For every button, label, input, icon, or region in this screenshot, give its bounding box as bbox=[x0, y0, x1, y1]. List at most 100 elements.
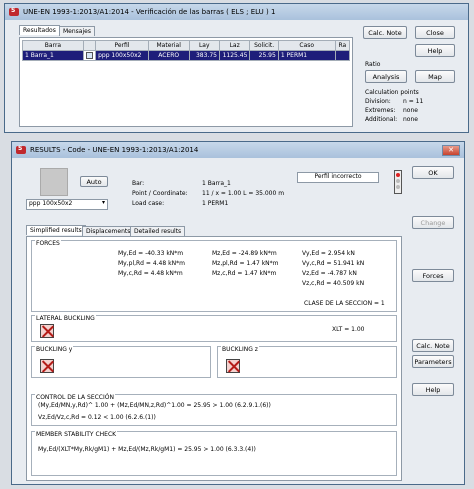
cell-solicit: 25.95 bbox=[249, 50, 279, 61]
col-laz[interactable]: Laz bbox=[218, 40, 251, 51]
auto-button[interactable]: Auto bbox=[80, 176, 108, 187]
lateral-buckling-disabled-icon bbox=[40, 324, 54, 338]
mz-pl-rd: Mz,pl,Rd = 1.47 kN*m bbox=[212, 260, 279, 267]
parameters-button[interactable]: Parameters bbox=[412, 355, 454, 368]
section-select[interactable]: ppp 100x50x2 ▾ bbox=[26, 199, 108, 210]
cell-laz: 1125.45 bbox=[218, 50, 251, 61]
buckling-z-title: BUCKLING z bbox=[221, 346, 259, 353]
section-class: CLASE DE LA SECCION = 1 bbox=[304, 300, 385, 307]
section-control-line-2: Vz,Ed/Vz,c,Rd = 0.12 < 1.00 (6.2.6.(1)) bbox=[38, 414, 156, 421]
cell-ratio bbox=[334, 50, 351, 61]
cell-lay: 383.75 bbox=[188, 50, 220, 61]
mz-c-rd: Mz,c,Rd = 1.47 kN*m bbox=[212, 270, 277, 277]
col-material[interactable]: Material bbox=[147, 40, 190, 51]
verification-titlebar[interactable]: UNE-EN 1993-1:2013/A1:2014 - Verificació… bbox=[5, 4, 468, 20]
section-select-value: ppp 100x50x2 bbox=[29, 200, 73, 207]
tab-displacements[interactable]: Displacements bbox=[82, 226, 135, 236]
calc-note-button[interactable]: Calc. Note bbox=[412, 339, 454, 352]
cell-caso: 1 PERM1 bbox=[277, 50, 336, 61]
member-stability-group: MEMBER STABILITY CHECK My,Ed/(XLT*My,Rk/… bbox=[31, 431, 397, 476]
close-button[interactable]: Close bbox=[415, 26, 455, 39]
tab-simplified-results[interactable]: Simplified results bbox=[26, 225, 86, 235]
calc-note-button[interactable]: Calc. Note bbox=[363, 26, 407, 39]
division-label: Division: bbox=[365, 98, 391, 105]
lateral-buckling-group: LATERAL BUCKLING XLT = 1.00 bbox=[31, 315, 397, 342]
col-caso[interactable]: Caso bbox=[277, 40, 336, 51]
my-ed: My,Ed = -40.33 kN*m bbox=[118, 250, 184, 257]
results-table-panel: Barra Perfil Material Lay Laz Solicit. C… bbox=[19, 37, 353, 127]
member-stability-title: MEMBER STABILITY CHECK bbox=[35, 431, 118, 438]
help-button[interactable]: Help bbox=[412, 383, 454, 396]
chevron-down-icon: ▾ bbox=[101, 199, 105, 206]
point-label: Point / Coordinate: bbox=[132, 190, 188, 197]
section-control-line-1: (My,Ed/MN,y,Rd)^ 1.00 + (Mz,Ed/MN,z,Rd)^… bbox=[38, 402, 271, 409]
buckling-y-group: BUCKLING y bbox=[31, 346, 211, 378]
lateral-buckling-title: LATERAL BUCKLING bbox=[35, 315, 96, 322]
cell-barra: 1 Barra_1 bbox=[22, 50, 84, 61]
forces-group: FORCES My,Ed = -40.33 kN*m My,pl,Rd = 4.… bbox=[31, 240, 397, 312]
map-button[interactable]: Map bbox=[415, 70, 455, 83]
bar-label: Bar: bbox=[132, 180, 145, 187]
ok-button[interactable]: OK bbox=[412, 166, 454, 179]
tab-detailed-results[interactable]: Detailed results bbox=[130, 226, 186, 236]
vy-ed: Vy,Ed = 2.954 kN bbox=[302, 250, 355, 257]
vz-ed: Vz,Ed = -4.787 kN bbox=[302, 270, 357, 277]
results-window: RESULTS - Code - UNE-EN 1993-1:2013/A1:2… bbox=[11, 141, 465, 485]
my-pl-rd: My,pl,Rd = 4.48 kN*m bbox=[118, 260, 185, 267]
section-control-group: CONTROL DE LA SECCIÓN (My,Ed/MN,y,Rd)^ 1… bbox=[31, 394, 397, 426]
bar-value: 1 Barra_1 bbox=[202, 180, 231, 187]
tab-resultados[interactable]: Resultados bbox=[19, 25, 60, 35]
change-button[interactable]: Change bbox=[412, 216, 454, 229]
member-stability-line-1: My,Ed/(XLT*My,Rk/gM1) + Mz,Ed/(Mz,Rk/gM1… bbox=[38, 446, 256, 453]
col-solicit[interactable]: Solicit. bbox=[249, 40, 279, 51]
col-lay[interactable]: Lay bbox=[188, 40, 220, 51]
additional-label: Additional: bbox=[365, 116, 398, 123]
results-title: RESULTS - Code - UNE-EN 1993-1:2013/A1:2… bbox=[30, 146, 199, 154]
col-status[interactable] bbox=[82, 40, 97, 51]
division-value: n = 11 bbox=[403, 98, 424, 105]
point-value: 11 / x = 1.00 L = 35.000 m bbox=[202, 190, 285, 197]
load-case-value: 1 PERM1 bbox=[202, 200, 229, 207]
table-header-row: Barra Perfil Material Lay Laz Solicit. C… bbox=[22, 40, 351, 51]
buckling-y-title: BUCKLING y bbox=[35, 346, 74, 353]
col-barra[interactable]: Barra bbox=[22, 40, 84, 51]
results-titlebar[interactable]: RESULTS - Code - UNE-EN 1993-1:2013/A1:2… bbox=[12, 142, 464, 158]
status-text: Perfil incorrecto bbox=[314, 173, 362, 180]
ratio-label: Ratio bbox=[365, 61, 381, 68]
xlt-value: XLT = 1.00 bbox=[332, 326, 365, 333]
traffic-light-icon bbox=[394, 170, 402, 194]
help-button[interactable]: Help bbox=[415, 44, 455, 57]
forces-button[interactable]: Forces bbox=[412, 269, 454, 282]
section-preview bbox=[40, 168, 68, 196]
verification-title: UNE-EN 1993-1:2013/A1:2014 - Verificació… bbox=[23, 8, 276, 16]
table-row[interactable]: 1 Barra_1 ppp 100x50x2 ACERO 383.75 1125… bbox=[22, 50, 351, 61]
load-case-label: Load case: bbox=[132, 200, 165, 207]
section-control-title: CONTROL DE LA SECCIÓN bbox=[35, 394, 115, 401]
col-ratio[interactable]: Ra bbox=[334, 40, 351, 51]
buckling-z-group: BUCKLING z bbox=[217, 346, 397, 378]
status-icon bbox=[82, 50, 97, 61]
buckling-y-disabled-icon bbox=[40, 359, 54, 373]
forces-title: FORCES bbox=[35, 240, 61, 247]
cell-perfil: ppp 100x50x2 bbox=[95, 50, 149, 61]
simplified-results-panel: FORCES My,Ed = -40.33 kN*m My,pl,Rd = 4.… bbox=[26, 236, 402, 481]
status-box: Perfil incorrecto bbox=[297, 172, 379, 183]
mz-ed: Mz,Ed = -24.89 kN*m bbox=[212, 250, 277, 257]
tab-mensajes[interactable]: Mensajes bbox=[59, 26, 95, 36]
vy-c-rd: Vy,c,Rd = 51.941 kN bbox=[302, 260, 365, 267]
close-icon[interactable]: ✕ bbox=[442, 144, 460, 156]
app-icon bbox=[9, 7, 19, 16]
vz-c-rd: Vz,c,Rd = 40.509 kN bbox=[302, 280, 365, 287]
verification-window: UNE-EN 1993-1:2013/A1:2014 - Verificació… bbox=[4, 3, 469, 133]
additional-value: none bbox=[403, 116, 418, 123]
results-table: Barra Perfil Material Lay Laz Solicit. C… bbox=[22, 40, 351, 61]
app-icon bbox=[16, 145, 26, 154]
cell-material: ACERO bbox=[147, 50, 190, 61]
calc-points-title: Calculation points bbox=[365, 89, 419, 96]
my-c-rd: My,c,Rd = 4.48 kN*m bbox=[118, 270, 183, 277]
analysis-button[interactable]: Analysis bbox=[365, 70, 407, 83]
col-perfil[interactable]: Perfil bbox=[95, 40, 149, 51]
buckling-z-disabled-icon bbox=[226, 359, 240, 373]
extremes-label: Extremes: bbox=[365, 107, 396, 114]
extremes-value: none bbox=[403, 107, 418, 114]
